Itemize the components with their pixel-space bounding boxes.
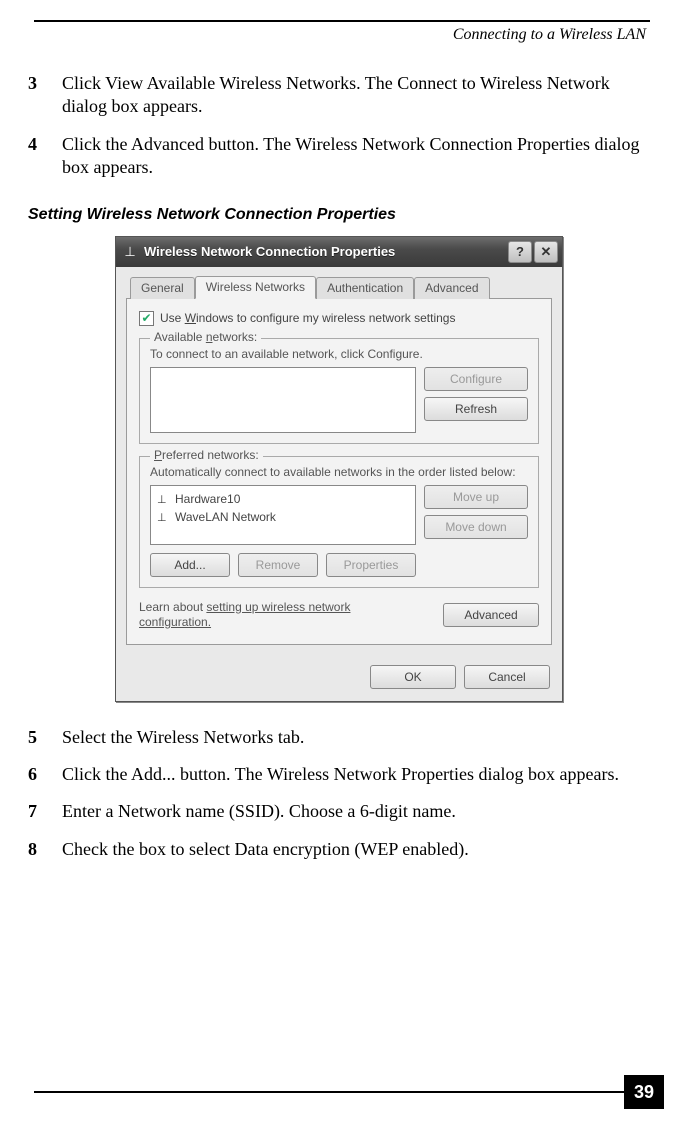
close-button[interactable]: ✕ xyxy=(534,241,558,263)
dialog-figure: ⊥ Wireless Network Connection Properties… xyxy=(28,236,650,702)
move-up-button[interactable]: Move up xyxy=(424,485,528,509)
available-networks-list[interactable] xyxy=(150,367,416,433)
step-number: 4 xyxy=(28,133,62,180)
titlebar: ⊥ Wireless Network Connection Properties… xyxy=(116,237,562,267)
step-text: Select the Wireless Networks tab. xyxy=(62,726,650,749)
add-button[interactable]: Add... xyxy=(150,553,230,577)
step-item: 8 Check the box to select Data encryptio… xyxy=(28,838,650,861)
learn-text: Learn about setting up wireless network … xyxy=(139,600,399,630)
step-item: 4 Click the Advanced button. The Wireles… xyxy=(28,133,650,180)
preferred-desc: Automatically connect to available netwo… xyxy=(150,465,528,479)
list-item[interactable]: ⊥ WaveLAN Network xyxy=(155,508,411,526)
move-down-button[interactable]: Move down xyxy=(424,515,528,539)
use-windows-checkbox[interactable]: ✔ xyxy=(139,311,154,326)
preferred-networks-group: Preferred networks: Automatically connec… xyxy=(139,456,539,588)
available-networks-legend: Available networks: xyxy=(150,330,261,344)
step-text: Click View Available Wireless Networks. … xyxy=(62,72,650,119)
network-icon: ⊥ xyxy=(157,511,169,523)
step-item: 5 Select the Wireless Networks tab. xyxy=(28,726,650,749)
tab-advanced[interactable]: Advanced xyxy=(414,277,489,299)
step-text: Check the box to select Data encryption … xyxy=(62,838,650,861)
top-rule xyxy=(34,20,650,22)
step-text: Click the Add... button. The Wireless Ne… xyxy=(62,763,650,786)
step-number: 7 xyxy=(28,800,62,823)
available-networks-group: Available networks: To connect to an ava… xyxy=(139,338,539,444)
tab-panel: ✔ Use Windows to configure my wireless n… xyxy=(126,299,552,645)
tab-general[interactable]: General xyxy=(130,277,195,299)
figure-caption: Setting Wireless Network Connection Prop… xyxy=(28,206,650,224)
dialog-footer: OK Cancel xyxy=(116,655,562,701)
dialog-title: Wireless Network Connection Properties xyxy=(144,244,506,259)
wireless-properties-dialog: ⊥ Wireless Network Connection Properties… xyxy=(115,236,563,702)
list-item[interactable]: ⊥ Hardware10 xyxy=(155,490,411,508)
step-number: 5 xyxy=(28,726,62,749)
step-number: 3 xyxy=(28,72,62,119)
bottom-rule xyxy=(34,1091,624,1093)
network-name: Hardware10 xyxy=(175,492,240,506)
step-item: 7 Enter a Network name (SSID). Choose a … xyxy=(28,800,650,823)
step-item: 6 Click the Add... button. The Wireless … xyxy=(28,763,650,786)
advanced-button[interactable]: Advanced xyxy=(443,603,539,627)
help-button[interactable]: ? xyxy=(508,241,532,263)
running-head: Connecting to a Wireless LAN xyxy=(28,26,646,44)
configure-button[interactable]: Configure xyxy=(424,367,528,391)
available-desc: To connect to an available network, clic… xyxy=(150,347,528,361)
ok-button[interactable]: OK xyxy=(370,665,456,689)
page-number: 39 xyxy=(624,1075,664,1109)
properties-button[interactable]: Properties xyxy=(326,553,416,577)
wireless-icon: ⊥ xyxy=(122,244,138,260)
cancel-button[interactable]: Cancel xyxy=(464,665,550,689)
network-icon: ⊥ xyxy=(157,493,169,505)
step-text: Enter a Network name (SSID). Choose a 6-… xyxy=(62,800,650,823)
preferred-networks-list[interactable]: ⊥ Hardware10 ⊥ WaveLAN Network xyxy=(150,485,416,545)
step-item: 3 Click View Available Wireless Networks… xyxy=(28,72,650,119)
tab-wireless-networks[interactable]: Wireless Networks xyxy=(195,276,316,299)
step-number: 8 xyxy=(28,838,62,861)
learn-row: Learn about setting up wireless network … xyxy=(139,600,539,630)
preferred-networks-legend: Preferred networks: xyxy=(150,448,263,462)
tab-authentication[interactable]: Authentication xyxy=(316,277,414,299)
network-name: WaveLAN Network xyxy=(175,510,276,524)
use-windows-checkbox-row: ✔ Use Windows to configure my wireless n… xyxy=(139,311,539,326)
use-windows-label: Use Windows to configure my wireless net… xyxy=(160,311,455,325)
close-icon: ✕ xyxy=(541,244,552,260)
refresh-button[interactable]: Refresh xyxy=(424,397,528,421)
tabs-row: General Wireless Networks Authentication… xyxy=(126,275,552,299)
step-text: Click the Advanced button. The Wireless … xyxy=(62,133,650,180)
remove-button[interactable]: Remove xyxy=(238,553,318,577)
step-number: 6 xyxy=(28,763,62,786)
help-icon: ? xyxy=(516,244,524,259)
